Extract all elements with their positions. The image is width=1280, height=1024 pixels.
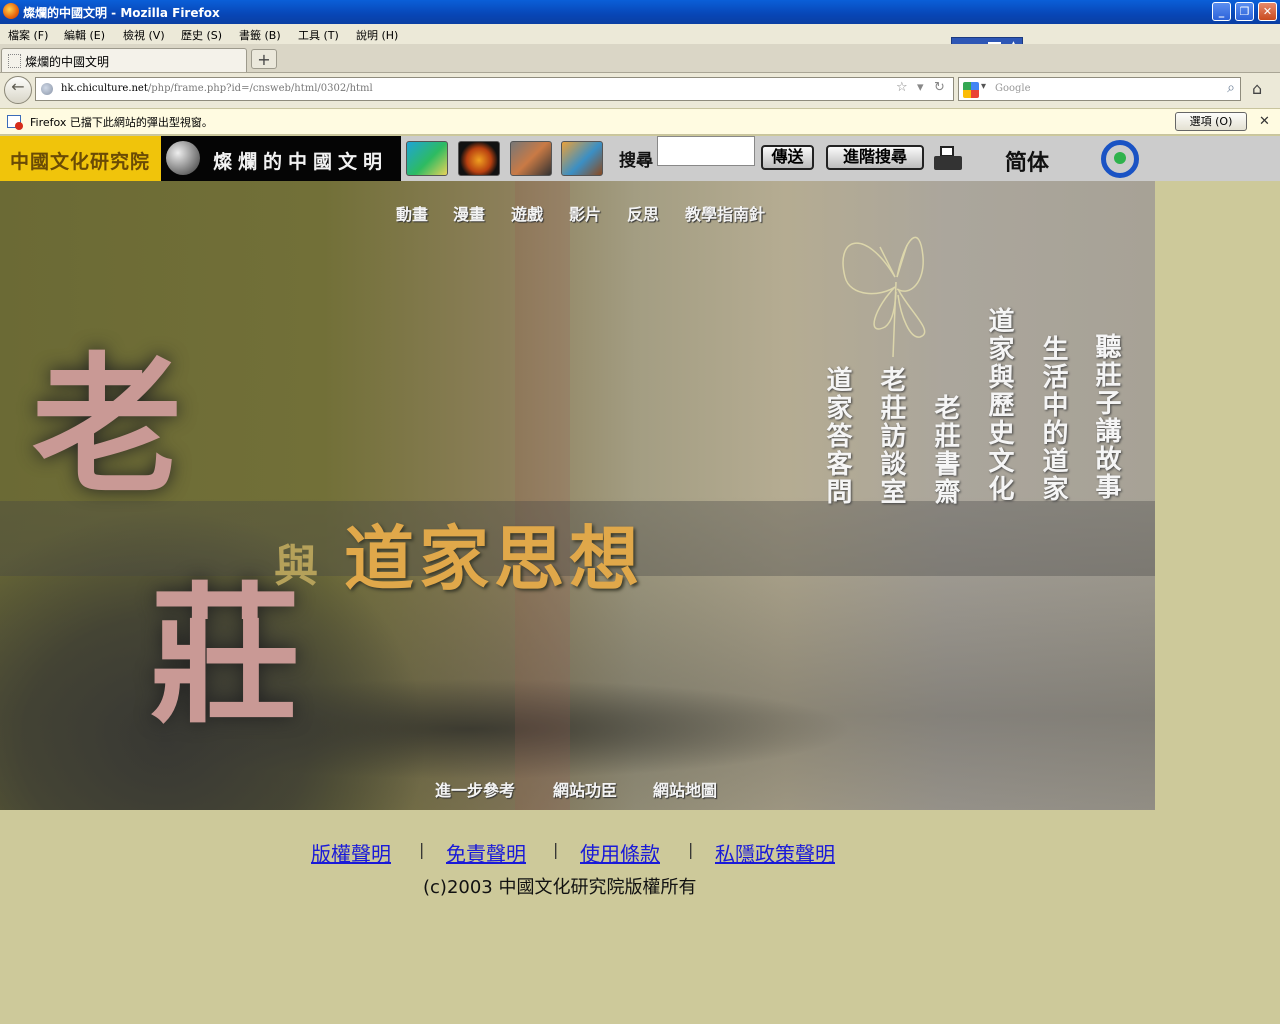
- navigation-toolbar: ← hk.chiculture.net/php/frame.php?id=/cn…: [0, 73, 1280, 108]
- nav-videos[interactable]: 影片: [569, 201, 601, 225]
- section-daoism-in-life[interactable]: 生活中的道家: [1038, 335, 1068, 503]
- menu-file[interactable]: 檔案 (F): [8, 27, 48, 43]
- print-icon[interactable]: [934, 146, 962, 174]
- search-bar[interactable]: ▾ Google ⌕: [958, 77, 1241, 101]
- nav-sitemap[interactable]: 網站地圖: [653, 777, 717, 801]
- title-character-zhuang: 莊: [150, 568, 301, 744]
- section-laozhuang-study[interactable]: 老莊書齋: [930, 394, 960, 506]
- advanced-search-button[interactable]: 進階搜尋: [826, 145, 924, 170]
- close-button[interactable]: ✕: [1258, 2, 1277, 21]
- nav-further-reference[interactable]: 進一步參考: [435, 777, 515, 801]
- menu-edit[interactable]: 編輯 (E): [64, 27, 105, 43]
- maximize-button[interactable]: ❐: [1235, 2, 1254, 21]
- popup-options-button[interactable]: 選項 (O): [1175, 112, 1247, 131]
- new-tab-button[interactable]: +: [251, 49, 277, 69]
- submit-button[interactable]: 傳送: [761, 145, 814, 170]
- window-title: 燦爛的中國文明 - Mozilla Firefox: [23, 6, 220, 20]
- tab-active[interactable]: 燦爛的中國文明: [1, 48, 247, 72]
- home-icon[interactable]: ⌂: [1252, 79, 1262, 98]
- section-laozhuang-interview[interactable]: 老莊訪談室: [876, 366, 906, 506]
- title-daojia-sixiang: 道家思想: [344, 517, 644, 600]
- title-character-yu: 與: [274, 541, 318, 592]
- url-path: /php/frame.php?id=/cnsweb/html/0302/html: [147, 83, 373, 94]
- back-button[interactable]: ←: [4, 76, 32, 104]
- reload-icon[interactable]: ↻: [934, 80, 945, 95]
- link-terms-of-use[interactable]: 使用條款: [580, 838, 660, 867]
- url-text[interactable]: hk.chiculture.net/php/frame.php?id=/cnsw…: [61, 83, 373, 94]
- nav-animation[interactable]: 動畫: [396, 201, 428, 225]
- menu-history[interactable]: 歷史 (S): [181, 27, 222, 43]
- search-icon[interactable]: ⌕: [1227, 80, 1235, 96]
- url-bar[interactable]: hk.chiculture.net/php/frame.php?id=/cnsw…: [35, 77, 954, 101]
- footer-separator: |: [688, 840, 694, 859]
- simplified-chinese-link[interactable]: 简体: [1005, 145, 1049, 177]
- copyright-notice: (c)2003 中國文化研究院版權所有: [423, 877, 697, 898]
- footer-separator: |: [553, 840, 559, 859]
- bookmark-star-icon[interactable]: ☆: [896, 80, 908, 95]
- ie-logo-icon[interactable]: [1101, 140, 1139, 178]
- site-logo[interactable]: 燦爛的中國文明: [161, 136, 401, 181]
- globe-logo-icon: [166, 141, 200, 175]
- category-1-icon[interactable]: [406, 141, 448, 176]
- nav-reflection[interactable]: 反思: [627, 201, 659, 225]
- banner-texture: [515, 181, 570, 810]
- firefox-logo-icon: [3, 3, 19, 19]
- site-header: 中國文化研究院 燦爛的中國文明 搜尋 傳送 進階搜尋 简体: [0, 136, 1280, 181]
- print-body: [934, 156, 962, 170]
- popup-blocked-message: Firefox 已擋下此網站的彈出型視窗。: [30, 116, 213, 129]
- url-domain: hk.chiculture.net: [61, 83, 148, 94]
- cacs-logo-text: 中國文化研究院: [10, 151, 151, 173]
- butterfly-illustration: [842, 236, 926, 358]
- category-4-icon[interactable]: [561, 141, 603, 176]
- url-dropdown-icon[interactable]: ▾: [917, 80, 924, 95]
- section-daoism-qa[interactable]: 道家答客問: [822, 366, 852, 506]
- tab-strip: 燦爛的中國文明 +: [0, 44, 1280, 73]
- google-icon[interactable]: [963, 82, 979, 98]
- menu-help[interactable]: 說明 (H): [356, 27, 398, 43]
- menu-view[interactable]: 檢視 (V): [123, 27, 165, 43]
- category-3-icon[interactable]: [510, 141, 552, 176]
- menubar: 檔案 (F) 編輯 (E) 檢視 (V) 歷史 (S) 書籤 (B) 工具 (T…: [0, 24, 1280, 44]
- section-zhuangzi-stories[interactable]: 聽莊子講故事: [1091, 333, 1121, 501]
- search-engine-dropdown-icon[interactable]: ▾: [981, 81, 986, 92]
- window-titlebar: 燦爛的中國文明 - Mozilla Firefox _ ❐ ✕: [0, 0, 1280, 24]
- site-search-input[interactable]: [657, 136, 755, 166]
- menu-tools[interactable]: 工具 (T): [298, 27, 339, 43]
- category-2-icon[interactable]: [458, 141, 500, 176]
- nav-comics[interactable]: 漫畫: [453, 201, 485, 225]
- search-label: 搜尋: [619, 151, 653, 171]
- footer-separator: |: [419, 840, 425, 859]
- cacs-logo[interactable]: 中國文化研究院: [0, 136, 161, 181]
- globe-icon: [41, 83, 53, 95]
- site-logo-text: 燦爛的中國文明: [213, 151, 389, 173]
- nav-games[interactable]: 遊戲: [511, 201, 543, 225]
- popup-blocked-icon: [7, 115, 23, 130]
- minimize-button[interactable]: _: [1212, 2, 1231, 21]
- link-disclaimer[interactable]: 免責聲明: [446, 838, 526, 867]
- link-copyright[interactable]: 版權聲明: [311, 838, 391, 867]
- notification-close-icon[interactable]: ✕: [1259, 114, 1270, 129]
- nav-teaching-guide[interactable]: 教學指南針: [685, 201, 765, 225]
- search-placeholder: Google: [995, 83, 1031, 94]
- page-icon: [8, 54, 21, 68]
- popup-blocked-bar: Firefox 已擋下此網站的彈出型視窗。 選項 (O) ✕: [0, 108, 1280, 135]
- tab-label: 燦爛的中國文明: [25, 55, 110, 69]
- menu-bookmarks[interactable]: 書籤 (B): [239, 27, 281, 43]
- title-character-lao: 老: [32, 338, 183, 514]
- section-daoism-history-culture[interactable]: 道家與歷史文化: [984, 307, 1014, 503]
- main-banner: 動畫 漫畫 遊戲 影片 反思 教學指南針 老 莊 與 道家思想 聽莊子講故事 生…: [0, 181, 1155, 810]
- link-privacy-policy[interactable]: 私隱政策聲明: [715, 838, 835, 867]
- nav-credits[interactable]: 網站功臣: [553, 777, 617, 801]
